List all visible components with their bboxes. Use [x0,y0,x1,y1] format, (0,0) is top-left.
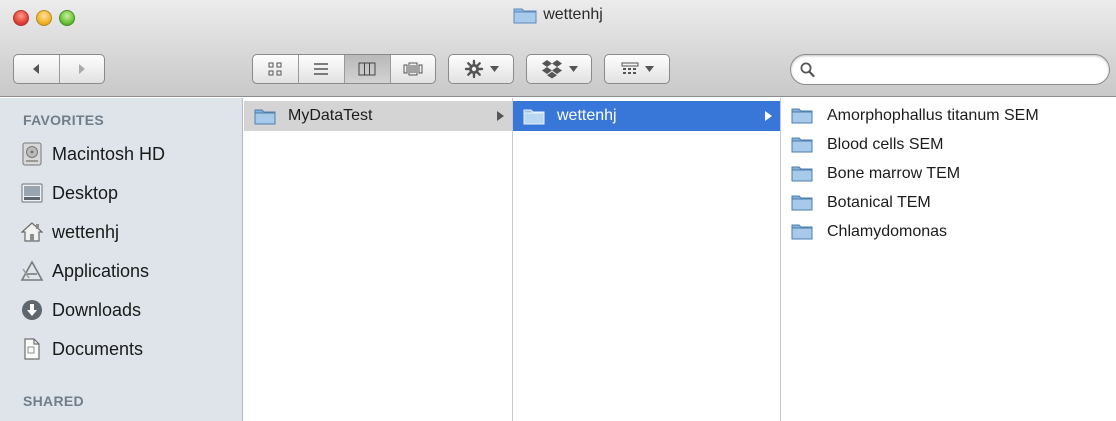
icon-view-button[interactable] [253,55,299,83]
item-name: Botanical TEM [827,193,931,211]
folder-icon [791,137,813,153]
browser-column-3[interactable]: Amorphophallus titanum SEM Blood cells S… [781,98,1116,421]
sidebar-item-wettenhj[interactable]: wettenhj [20,216,235,248]
list-view-button[interactable] [299,55,345,83]
window-title: wettenhj [0,6,1116,24]
browser-column-2[interactable]: wettenhj [513,98,781,421]
browser-column-1[interactable]: MyDataTest [244,98,513,421]
list-item[interactable]: Chlamydomonas [781,217,1116,246]
sidebar-item-documents[interactable]: Documents [20,333,235,365]
disclosure-arrow-icon [497,111,504,121]
sidebar-item-label: Documents [52,338,144,359]
applications-icon [20,259,44,283]
list-item[interactable]: Blood cells SEM [781,130,1116,159]
folder-icon [791,108,813,124]
folder-icon [791,195,813,211]
window-title-text: wettenhj [543,6,603,23]
item-name: wettenhj [557,107,617,124]
chevron-down-icon [489,66,499,72]
search-input[interactable] [819,60,1099,80]
folder-icon [254,109,276,124]
sidebar-item-desktop[interactable]: Desktop [20,177,235,209]
list-item[interactable]: wettenhj [513,101,780,131]
icon-view-icon [268,62,282,76]
desktop-icon [20,181,44,205]
list-item[interactable]: Botanical TEM [781,188,1116,217]
folder-icon [523,109,545,124]
sidebar-item-label: Applications [52,260,150,281]
item-name: Blood cells SEM [827,135,944,153]
window-toolbar: wettenhj [0,0,1116,97]
column-view-button[interactable] [344,55,391,83]
folder-icon [513,8,537,24]
favorites-heading: FAVORITES [23,112,105,128]
hard-drive-icon [20,142,44,166]
shared-heading: SHARED [23,393,84,409]
home-icon [20,220,44,244]
dropbox-icon [541,60,562,79]
list-view-icon [314,63,328,75]
gear-icon [464,59,483,79]
item-name: Chlamydomonas [827,222,948,240]
sidebar-item-label: Macintosh HD [52,143,166,164]
sidebar-item-label: Desktop [52,182,119,203]
sidebar-item-applications[interactable]: Applications [20,255,235,287]
back-button[interactable] [14,55,60,83]
sidebar-item-downloads[interactable]: Downloads [20,294,235,326]
cover-flow-icon [403,62,423,76]
item-name: MyDataTest [288,107,373,124]
arrange-menu-button[interactable] [604,54,670,84]
cover-flow-view-button[interactable] [391,55,436,83]
forward-arrow-icon [79,64,85,74]
folder-icon [791,166,813,182]
downloads-icon [20,298,44,322]
search-field[interactable] [790,54,1110,85]
sidebar-item-label: Downloads [52,299,142,320]
item-name: Bone marrow TEM [827,164,961,182]
chevron-down-icon [644,66,654,72]
search-icon [800,62,815,78]
view-mode-segmented-control [252,54,436,84]
column-view-icon [358,62,376,76]
action-menu-button[interactable] [448,54,514,84]
back-arrow-icon [33,64,39,74]
documents-icon [20,337,44,361]
list-item[interactable]: Amorphophallus titanum SEM [781,101,1116,130]
back-forward-buttons [13,54,105,84]
disclosure-arrow-icon [765,111,772,121]
folder-icon [791,224,813,240]
item-name: Amorphophallus titanum SEM [827,106,1039,124]
sidebar-item-macintosh-hd[interactable]: Macintosh HD [20,138,235,170]
dropbox-menu-button[interactable] [526,54,592,84]
forward-button[interactable] [60,55,105,83]
sidebar-item-label: wettenhj [52,221,120,242]
list-item[interactable]: MyDataTest [244,101,512,131]
list-item[interactable]: Bone marrow TEM [781,159,1116,188]
sidebar: FAVORITES Macintosh HD Desktop wettenhj … [0,98,243,421]
arrange-icon [621,62,638,74]
chevron-down-icon [568,66,578,72]
